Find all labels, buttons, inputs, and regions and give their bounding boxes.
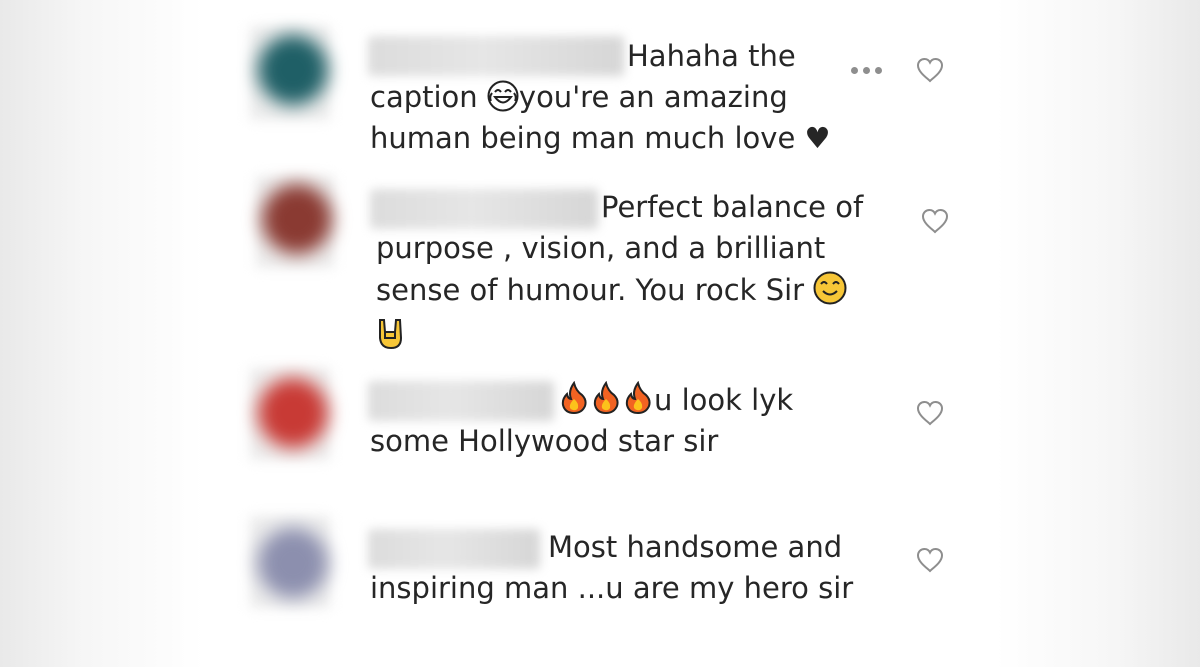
face-with-tears-of-joy-icon <box>487 80 519 112</box>
sign-of-the-horns-icon <box>376 316 406 352</box>
heart-icon <box>916 57 944 83</box>
avatar[interactable] <box>258 35 328 105</box>
username-redacted[interactable] <box>368 381 554 421</box>
like-button[interactable] <box>915 546 945 574</box>
comment-text-line: Hahaha the <box>627 39 796 73</box>
heart-icon <box>916 400 944 426</box>
comment-text-segment: u look lyk <box>654 383 794 417</box>
more-options-button[interactable] <box>851 60 887 80</box>
like-button[interactable] <box>915 399 945 427</box>
comment-text-line: Perfect balance of <box>601 190 864 224</box>
comment-text-segment: sense of humour. You rock Sir <box>376 273 814 307</box>
smiling-face-icon <box>813 271 847 305</box>
fire-icon <box>622 380 654 415</box>
username-redacted[interactable] <box>368 529 540 569</box>
heart-icon <box>916 547 944 573</box>
username-redacted[interactable] <box>368 36 624 76</box>
more-options-icon <box>851 66 858 74</box>
avatar[interactable] <box>258 378 328 448</box>
comment-text-line: some Hollywood star sir <box>370 424 719 458</box>
comment-text-line: u look lyk <box>558 380 793 421</box>
comment-text-line: human being man much love ♥ <box>370 121 831 155</box>
avatar[interactable] <box>258 528 328 598</box>
heart-icon <box>921 208 949 234</box>
comment-text-line: caption you're an amazing <box>370 77 788 118</box>
like-button[interactable] <box>915 56 945 84</box>
fire-icon <box>558 380 590 415</box>
comment-text-line: Most handsome and <box>548 530 843 564</box>
comment-text-line: sense of humour. You rock Sir <box>376 270 847 311</box>
comment-text-line: inspiring man ...u are my hero sir <box>370 571 854 605</box>
comment-text-segment: caption <box>370 80 487 114</box>
avatar[interactable] <box>262 184 332 254</box>
comment-text-line: purpose , vision, and a brilliant <box>376 231 826 265</box>
username-redacted[interactable] <box>370 189 598 229</box>
fire-icon <box>590 380 622 415</box>
like-button[interactable] <box>920 207 950 235</box>
comment-text-segment: you're an amazing <box>518 80 788 114</box>
